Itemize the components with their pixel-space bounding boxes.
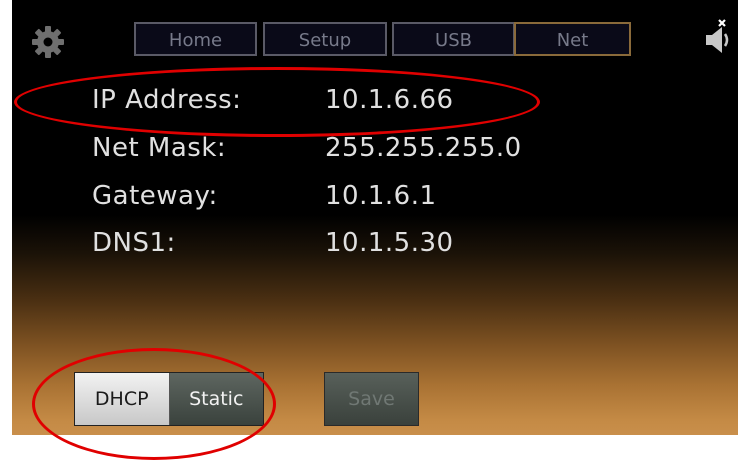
gateway-label: Gateway: (92, 181, 218, 211)
dns1-label: DNS1: (92, 228, 176, 258)
tab-usb[interactable]: USB (392, 22, 515, 56)
tab-net[interactable]: Net (514, 22, 631, 56)
device-screen: Home Setup USB Net IP Address: 10.1.6.66… (12, 0, 738, 435)
net-mask-label: Net Mask: (92, 133, 227, 163)
ip-address-value: 10.1.6.66 (325, 85, 454, 115)
dns1-value: 10.1.5.30 (325, 228, 454, 258)
ip-mode-toggle: DHCP Static (74, 372, 264, 426)
tab-home[interactable]: Home (134, 22, 257, 56)
save-button[interactable]: Save (324, 372, 419, 426)
gateway-value: 10.1.6.1 (325, 181, 437, 211)
ip-address-label: IP Address: (92, 85, 242, 115)
dhcp-button[interactable]: DHCP (75, 373, 170, 425)
gear-icon[interactable] (30, 24, 66, 60)
net-mask-value: 255.255.255.0 (325, 133, 522, 163)
static-button[interactable]: Static (169, 373, 263, 425)
speaker-muted-icon[interactable] (700, 18, 734, 60)
tab-setup[interactable]: Setup (263, 22, 387, 56)
